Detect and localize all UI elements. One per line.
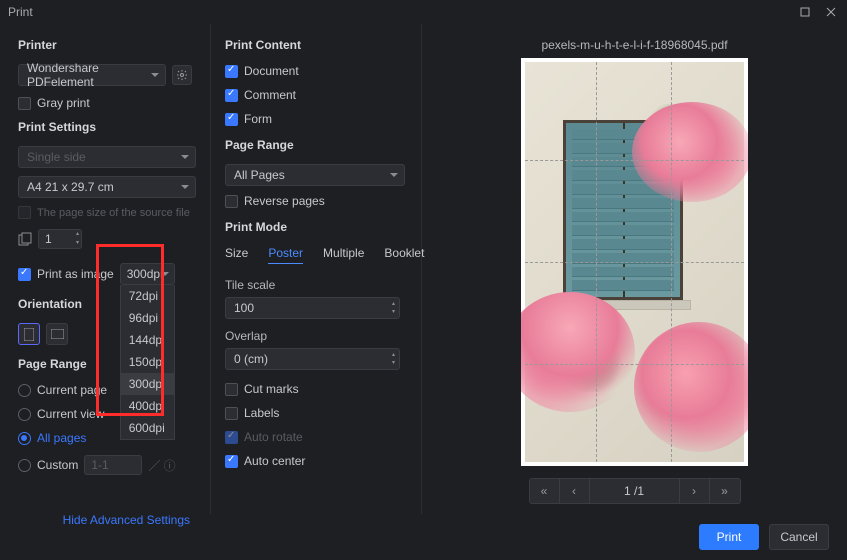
print-button[interactable]: Print bbox=[699, 524, 759, 550]
range-custom-value: 1-1 bbox=[91, 458, 108, 472]
window-title: Print bbox=[8, 5, 33, 19]
auto-center-checkbox[interactable] bbox=[225, 455, 238, 468]
labels-checkbox[interactable] bbox=[225, 407, 238, 420]
page-last-button[interactable]: » bbox=[710, 479, 740, 503]
gray-print-label: Gray print bbox=[37, 96, 90, 110]
print-settings-heading: Print Settings bbox=[18, 120, 196, 134]
reverse-pages-label: Reverse pages bbox=[244, 194, 325, 208]
range-help-icon[interactable]: ／ ⓘ bbox=[148, 457, 175, 474]
page-range-select-value: All Pages bbox=[234, 168, 285, 182]
copies-icon bbox=[18, 232, 32, 246]
dpi-wrapper: 300dpi 72dpi 96dpi 144dpi 150dpi 300dpi … bbox=[120, 263, 175, 285]
page-range-select[interactable]: All Pages bbox=[225, 164, 405, 186]
range-current-page-radio[interactable] bbox=[18, 384, 31, 397]
copies-input[interactable]: 1 bbox=[38, 229, 82, 249]
paper-size-select[interactable]: A4 21 x 29.7 cm bbox=[18, 176, 196, 198]
gray-print-checkbox[interactable] bbox=[18, 97, 31, 110]
printer-heading: Printer bbox=[18, 38, 196, 52]
overlap-label: Overlap bbox=[225, 329, 415, 343]
dpi-option-150[interactable]: 150dpi bbox=[121, 351, 174, 373]
dpi-select[interactable]: 300dpi bbox=[120, 263, 175, 285]
dialog-body: Printer Wondershare PDFelement Gray prin… bbox=[0, 24, 847, 514]
dpi-option-400[interactable]: 400dpi bbox=[121, 395, 174, 417]
auto-center-label: Auto center bbox=[244, 454, 305, 468]
printer-select-value: Wondershare PDFelement bbox=[27, 61, 147, 89]
auto-rotate-label: Auto rotate bbox=[244, 430, 303, 444]
range-custom-label: Custom bbox=[37, 458, 78, 472]
copies-value: 1 bbox=[45, 232, 52, 246]
page-navigator: « ‹ 1 /1 › » bbox=[529, 478, 741, 504]
range-current-view-radio[interactable] bbox=[18, 408, 31, 421]
printer-settings-button[interactable] bbox=[172, 65, 192, 85]
paper-size-value: A4 21 x 29.7 cm bbox=[27, 180, 114, 194]
print-mode-heading: Print Mode bbox=[225, 220, 415, 234]
tab-size[interactable]: Size bbox=[225, 246, 248, 264]
close-button[interactable] bbox=[823, 4, 839, 20]
tab-booklet[interactable]: Booklet bbox=[384, 246, 424, 264]
preview-filename: pexels-m-u-h-t-e-l-i-f-18968045.pdf bbox=[541, 38, 727, 52]
orientation-landscape[interactable] bbox=[46, 323, 68, 345]
preview-panel: pexels-m-u-h-t-e-l-i-f-18968045.pdf « ‹ … bbox=[422, 24, 847, 514]
maximize-button[interactable] bbox=[797, 4, 813, 20]
page-indicator: 1 /1 bbox=[590, 479, 680, 503]
sides-select[interactable]: Single side bbox=[18, 146, 196, 168]
range-all-pages-label: All pages bbox=[37, 431, 86, 445]
auto-rotate-checkbox bbox=[225, 431, 238, 444]
dpi-option-144[interactable]: 144dpi bbox=[121, 329, 174, 351]
dpi-select-value: 300dpi bbox=[127, 267, 163, 281]
content-form-checkbox[interactable] bbox=[225, 113, 238, 126]
page-first-button[interactable]: « bbox=[530, 479, 560, 503]
range-all-pages-radio[interactable] bbox=[18, 432, 31, 445]
print-as-image-checkbox[interactable] bbox=[18, 268, 31, 281]
orientation-portrait[interactable] bbox=[18, 323, 40, 345]
dpi-dropdown: 72dpi 96dpi 144dpi 150dpi 300dpi 400dpi … bbox=[120, 285, 175, 440]
print-content-heading: Print Content bbox=[225, 38, 415, 52]
dpi-option-600[interactable]: 600dpi bbox=[121, 417, 174, 439]
page-range-mid-heading: Page Range bbox=[225, 138, 415, 152]
range-custom-radio[interactable] bbox=[18, 459, 31, 472]
tab-poster[interactable]: Poster bbox=[268, 246, 303, 264]
range-custom-input[interactable]: 1-1 bbox=[84, 455, 142, 475]
range-current-page-label: Current page bbox=[37, 383, 107, 397]
tile-scale-value: 100 bbox=[234, 301, 254, 315]
cut-marks-label: Cut marks bbox=[244, 382, 299, 396]
dpi-option-96[interactable]: 96dpi bbox=[121, 307, 174, 329]
tile-scale-label: Tile scale bbox=[225, 278, 415, 292]
print-as-image-label: Print as image bbox=[37, 267, 114, 281]
tile-scale-input[interactable]: 100 bbox=[225, 297, 400, 319]
source-size-checkbox bbox=[18, 206, 31, 219]
content-comment-label: Comment bbox=[244, 88, 296, 102]
page-prev-button[interactable]: ‹ bbox=[560, 479, 590, 503]
range-current-view-label: Current view bbox=[37, 407, 104, 421]
content-document-label: Document bbox=[244, 64, 299, 78]
reverse-pages-checkbox[interactable] bbox=[225, 195, 238, 208]
content-document-checkbox[interactable] bbox=[225, 65, 238, 78]
titlebar: Print bbox=[0, 0, 847, 24]
tab-multiple[interactable]: Multiple bbox=[323, 246, 364, 264]
content-comment-checkbox[interactable] bbox=[225, 89, 238, 102]
dpi-option-300[interactable]: 300dpi bbox=[121, 373, 174, 395]
page-preview bbox=[521, 58, 748, 466]
labels-label: Labels bbox=[244, 406, 279, 420]
printer-select[interactable]: Wondershare PDFelement bbox=[18, 64, 166, 86]
overlap-input[interactable]: 0 (cm) bbox=[225, 348, 400, 370]
source-size-label: The page size of the source file bbox=[37, 207, 190, 219]
sides-select-value: Single side bbox=[27, 150, 86, 164]
middle-panel: Print Content Document Comment Form Page… bbox=[210, 24, 422, 514]
advanced-settings-toggle[interactable]: Hide Advanced Settings bbox=[18, 513, 196, 527]
page-next-button[interactable]: › bbox=[680, 479, 710, 503]
overlap-value: 0 (cm) bbox=[234, 352, 268, 366]
content-form-label: Form bbox=[244, 112, 272, 126]
cut-marks-checkbox[interactable] bbox=[225, 383, 238, 396]
dpi-option-72[interactable]: 72dpi bbox=[121, 285, 174, 307]
cancel-button[interactable]: Cancel bbox=[769, 524, 829, 550]
left-panel: Printer Wondershare PDFelement Gray prin… bbox=[0, 24, 210, 514]
